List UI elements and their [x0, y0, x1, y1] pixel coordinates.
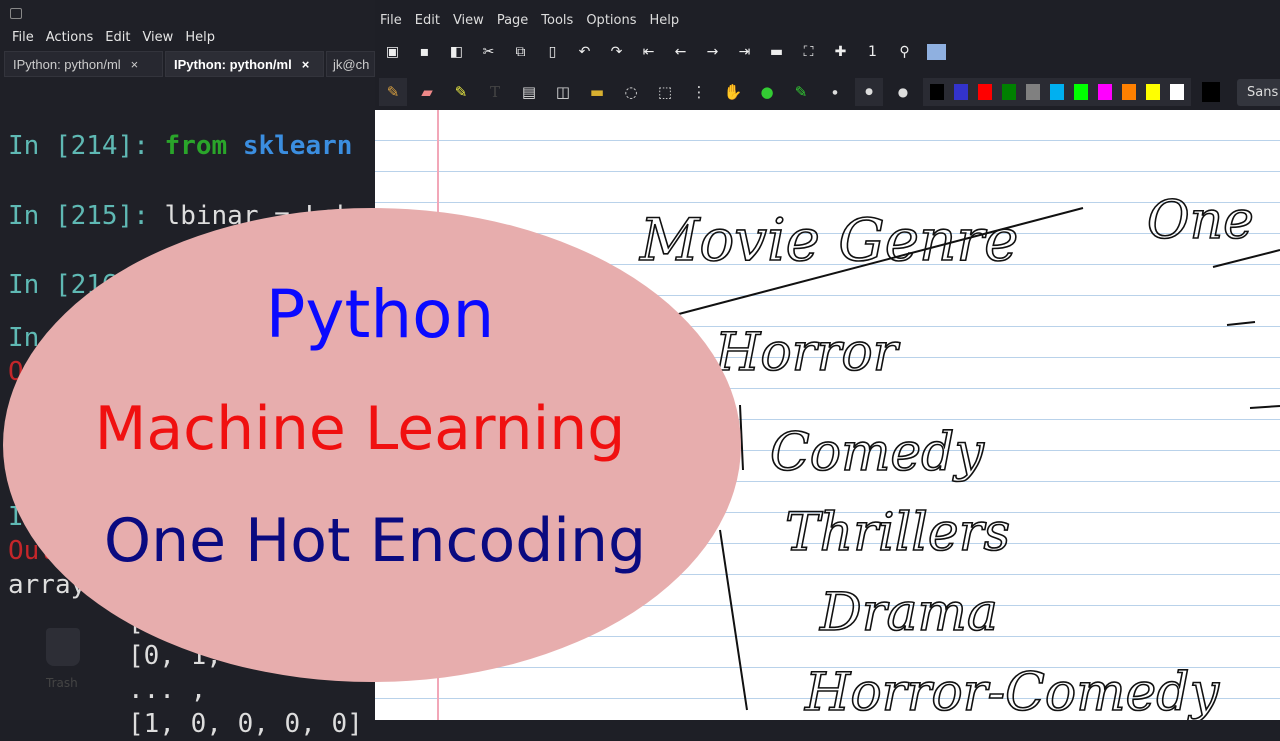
close-icon[interactable]: ×	[302, 57, 310, 72]
tab-label: jk@ch	[333, 57, 370, 72]
tools-toolbar: ✎ ▰ ✎ T ▤ ◫ ▬ ◌ ⬚ ⋮ ✋ ● ✎ ● ● ● Sans 12	[379, 78, 1280, 106]
redo-icon[interactable]: ↷	[607, 44, 626, 60]
title-overlay: Python Machine Learning One Hot Encoding	[3, 208, 741, 682]
menu-actions[interactable]: Actions	[46, 30, 94, 45]
color-swatch[interactable]	[1146, 84, 1160, 100]
menu-edit[interactable]: Edit	[415, 13, 440, 28]
next-page-icon[interactable]: →	[703, 44, 722, 60]
menu-help[interactable]: Help	[650, 13, 680, 28]
default-pencil-icon[interactable]: ✎	[787, 78, 815, 106]
color-swatch[interactable]	[1170, 84, 1184, 100]
prompt: In [214]:	[8, 131, 149, 161]
overlay-machine-learning: Machine Learning	[94, 394, 626, 464]
color-swatch[interactable]	[1026, 84, 1040, 100]
cut-icon[interactable]: ✂	[479, 44, 498, 60]
zoom-fit-icon[interactable]: ⛶	[799, 44, 818, 60]
close-icon[interactable]: ×	[131, 57, 139, 72]
eraser-icon[interactable]: ▰	[413, 78, 441, 106]
color-swatch[interactable]	[1074, 84, 1088, 100]
zoom-in-icon[interactable]: ✚	[831, 44, 850, 60]
color-swatch[interactable]	[978, 84, 992, 100]
shape-icon[interactable]: ◫	[549, 78, 577, 106]
thickness-medium-icon[interactable]: ●	[855, 78, 883, 106]
genre-drama: Drama	[819, 583, 998, 643]
color-swatch[interactable]	[930, 84, 944, 100]
current-color-swatch[interactable]	[1202, 82, 1220, 102]
heading-one: One	[1147, 191, 1254, 251]
zoom-100-icon[interactable]: 1	[863, 44, 882, 60]
undo-icon[interactable]: ↶	[575, 44, 594, 60]
menu-file[interactable]: File	[380, 13, 402, 28]
terminal-icon	[10, 8, 22, 19]
save-icon[interactable]: ▣	[383, 44, 402, 60]
overlay-python: Python	[265, 276, 495, 353]
array-line: [1, 0, 0, 0, 0]	[128, 709, 363, 739]
terminal-titlebar	[0, 0, 375, 28]
tab-label: IPython: python/ml	[174, 57, 292, 72]
lasso-icon[interactable]: ◌	[617, 78, 645, 106]
tab-label: IPython: python/ml	[13, 57, 121, 72]
paste-icon[interactable]: ▯	[543, 44, 562, 60]
menu-view[interactable]: View	[142, 30, 173, 45]
color-palette	[923, 78, 1191, 106]
pen-icon[interactable]: ✎	[379, 78, 407, 106]
font-name: Sans	[1247, 84, 1279, 100]
ruler-icon[interactable]: ▬	[583, 78, 611, 106]
thickness-fine-icon[interactable]: ●	[821, 78, 849, 106]
menu-view[interactable]: View	[453, 13, 484, 28]
overlay-one-hot-encoding: One Hot Encoding	[103, 506, 647, 576]
first-page-icon[interactable]: ⇤	[639, 44, 658, 60]
thickness-thick-icon[interactable]: ●	[889, 78, 917, 106]
color-swatch[interactable]	[1098, 84, 1112, 100]
default-pen-icon[interactable]: ●	[753, 78, 781, 106]
copy-icon[interactable]: ⧉	[511, 44, 530, 60]
menu-options[interactable]: Options	[586, 13, 636, 28]
main-toolbar: ▣ ▪ ◧ ✂ ⧉ ▯ ↶ ↷ ⇤ ← → ⇥ ▬ ⛶ ✚ 1 ⚲	[383, 44, 946, 60]
text-icon[interactable]: T	[481, 78, 509, 106]
genre-horror-comedy: Horror-Comedy	[804, 663, 1220, 720]
tab-ipython-1[interactable]: IPython: python/ml ×	[4, 51, 163, 77]
zoom-out-icon[interactable]: ▬	[767, 44, 786, 60]
tab-shell[interactable]: jk@ch	[326, 51, 375, 77]
trash-icon[interactable]	[46, 628, 80, 666]
copy-page-icon[interactable]: ◧	[447, 44, 466, 60]
color-swatch[interactable]	[1050, 84, 1064, 100]
search-icon[interactable]: ⚲	[895, 44, 914, 60]
app-menubar: File Edit View Page Tools Options Help	[380, 13, 679, 28]
prompt: In [215]:	[8, 200, 149, 231]
vertical-space-icon[interactable]: ⋮	[685, 78, 713, 106]
menu-file[interactable]: File	[12, 30, 34, 45]
genre-comedy: Comedy	[770, 423, 984, 483]
font-button[interactable]: Sans 12	[1237, 78, 1280, 106]
menu-edit[interactable]: Edit	[105, 30, 130, 45]
genre-thrillers: Thrillers	[785, 503, 1010, 563]
terminal-menubar: File Actions Edit View Help	[12, 30, 215, 45]
image-icon[interactable]: ▤	[515, 78, 543, 106]
xournal-window: File Edit View Page Tools Options Help ▣…	[375, 0, 1280, 110]
prev-page-icon[interactable]: ←	[671, 44, 690, 60]
menu-tools[interactable]: Tools	[541, 13, 573, 28]
last-page-icon[interactable]: ⇥	[735, 44, 754, 60]
menu-help[interactable]: Help	[185, 30, 215, 45]
color-swatch[interactable]	[954, 84, 968, 100]
hand-icon[interactable]: ✋	[719, 78, 747, 106]
color-swatch[interactable]	[1002, 84, 1016, 100]
trash-label: Trash	[46, 676, 78, 690]
highlighter-icon[interactable]: ✎	[447, 78, 475, 106]
fullscreen-icon[interactable]	[927, 44, 946, 60]
terminal-tabs: IPython: python/ml × IPython: python/ml × …	[4, 51, 375, 77]
menu-page[interactable]: Page	[497, 13, 528, 28]
code-keyword: from	[164, 131, 228, 161]
color-swatch[interactable]	[1122, 84, 1136, 100]
tab-ipython-2[interactable]: IPython: python/ml ×	[165, 51, 324, 77]
stroke-marks	[1212, 249, 1280, 409]
rect-select-icon[interactable]: ⬚	[651, 78, 679, 106]
code-module: sklearn	[242, 131, 353, 161]
new-page-icon[interactable]: ▪	[415, 44, 434, 60]
